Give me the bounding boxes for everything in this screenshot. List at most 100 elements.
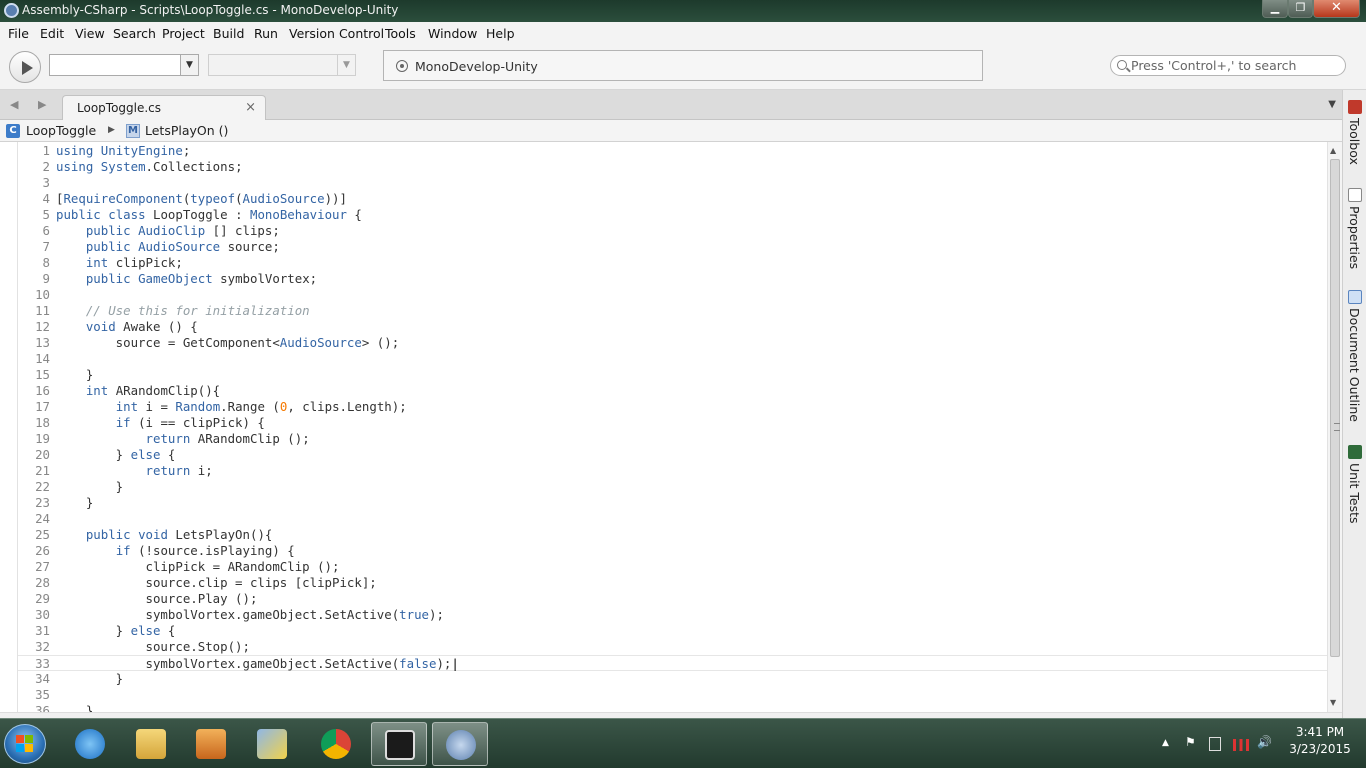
run-button[interactable] [9,51,41,83]
code-line[interactable]: 30 symbolVortex.gameObject.SetActive(tru… [18,607,1328,623]
start-button[interactable] [4,724,46,764]
line-text[interactable]: } [56,367,93,383]
breadcrumb-class[interactable]: LoopToggle [26,123,96,138]
line-text[interactable]: if (i == clipPick) { [56,415,265,431]
code-line[interactable]: 18 if (i == clipPick) { [18,415,1328,431]
chrome-icon[interactable] [308,722,364,766]
code-line[interactable]: 3 [18,175,1328,191]
line-text[interactable]: return ARandomClip (); [56,431,310,447]
line-text[interactable]: } else { [56,447,176,463]
line-text[interactable]: using UnityEngine; [56,143,190,159]
line-text[interactable]: return i; [56,463,213,479]
code-line[interactable]: 28 source.clip = clips [clipPick]; [18,575,1328,591]
code-line[interactable]: 24 [18,511,1328,527]
paint-tool-icon[interactable] [244,722,300,766]
device-icon[interactable] [1209,737,1221,751]
line-text[interactable]: } [56,479,123,495]
line-text[interactable]: int clipPick; [56,255,183,271]
line-text[interactable]: public GameObject symbolVortex; [56,271,317,287]
code-line[interactable]: 26 if (!source.isPlaying) { [18,543,1328,559]
menu-tools[interactable]: Tools [385,26,416,41]
code-line[interactable]: 32 source.Stop(); [18,639,1328,655]
line-text[interactable]: symbolVortex.gameObject.SetActive(true); [56,607,444,623]
code-line[interactable]: 16 int ARandomClip(){ [18,383,1328,399]
show-hidden-icons-icon[interactable]: ▲ [1162,738,1169,748]
code-line[interactable]: 25 public void LetsPlayOn(){ [18,527,1328,543]
monodevelop-taskbar-icon[interactable] [432,722,488,766]
code-line[interactable]: 17 int i = Random.Range (0, clips.Length… [18,399,1328,415]
tab-close-icon[interactable]: × [245,100,256,115]
line-text[interactable]: } [56,495,93,511]
code-line[interactable]: 5 public class LoopToggle : MonoBehaviour… [18,207,1328,223]
line-text[interactable]: source.Play (); [56,591,258,607]
code-line[interactable]: 4 [RequireComponent(typeof(AudioSource))] [18,191,1328,207]
dock-properties[interactable]: Properties [1345,188,1365,269]
scroll-up-icon[interactable]: ▲ [1330,146,1336,155]
line-text[interactable]: } else { [56,623,176,639]
code-line[interactable]: 35 [18,687,1328,703]
line-text[interactable]: source = GetComponent<AudioSource> (); [56,335,400,351]
code-line[interactable]: 21 return i; [18,463,1328,479]
search-input[interactable] [1131,58,1341,73]
menu-edit[interactable]: Edit [40,26,64,41]
line-text[interactable]: // Use this for initialization [56,303,310,319]
close-button[interactable]: ✕ [1313,0,1360,18]
code-line[interactable]: 15 } [18,367,1328,383]
breadcrumb-method[interactable]: LetsPlayOn () [145,123,228,138]
internet-explorer-icon[interactable] [62,722,118,766]
menu-window[interactable]: Window [428,26,477,41]
code-line[interactable]: 31 } else { [18,623,1328,639]
volume-icon[interactable]: 🔊 [1257,735,1272,749]
line-text[interactable]: int i = Random.Range (0, clips.Length); [56,399,407,415]
forward-arrow-icon[interactable]: ▶ [38,98,46,111]
code-line[interactable]: 36 } [18,703,1328,712]
global-search[interactable] [1110,55,1346,76]
code-line[interactable]: 23 } [18,495,1328,511]
menu-run[interactable]: Run [254,26,278,41]
network-icon[interactable] [1233,739,1249,751]
menu-build[interactable]: Build [213,26,244,41]
code-line[interactable]: 11 // Use this for initialization [18,303,1328,319]
line-text[interactable]: public void LetsPlayOn(){ [56,527,273,543]
line-text[interactable]: public class LoopToggle : MonoBehaviour … [56,207,362,223]
media-player-icon[interactable] [183,722,239,766]
code-line[interactable]: 33 symbolVortex.gameObject.SetActive(fal… [18,655,1328,671]
line-text[interactable]: source.Stop(); [56,639,250,655]
file-explorer-icon[interactable] [123,722,179,766]
code-line[interactable]: 19 return ARandomClip (); [18,431,1328,447]
code-line[interactable]: 14 [18,351,1328,367]
scroll-down-icon[interactable]: ▼ [1330,698,1336,707]
line-text[interactable]: } [56,671,123,687]
code-line[interactable]: 8 int clipPick; [18,255,1328,271]
code-line[interactable]: 6 public AudioClip [] clips; [18,223,1328,239]
line-text[interactable]: public AudioSource source; [56,239,280,255]
line-text[interactable]: if (!source.isPlaying) { [56,543,295,559]
line-text[interactable]: void Awake () { [56,319,198,335]
menu-version-control[interactable]: Version Control [289,26,384,41]
line-text[interactable]: clipPick = ARandomClip (); [56,559,340,575]
vertical-scrollbar[interactable]: ▲ ▼ [1327,142,1342,712]
menu-file[interactable]: File [8,26,29,41]
code-line[interactable]: 27 clipPick = ARandomClip (); [18,559,1328,575]
code-line[interactable]: 13 source = GetComponent<AudioSource> ()… [18,335,1328,351]
code-line[interactable]: 10 [18,287,1328,303]
tab-looptoggle[interactable]: LoopToggle.cs × [62,95,266,120]
tab-list-menu-icon[interactable]: ▼ [1328,99,1336,110]
line-text[interactable]: using System.Collections; [56,159,243,175]
menu-view[interactable]: View [75,26,105,41]
maximize-button[interactable]: ❐ [1288,0,1313,18]
dock-document-outline[interactable]: Document Outline [1345,290,1365,422]
menu-project[interactable]: Project [162,26,205,41]
scroll-thumb[interactable] [1330,159,1340,657]
dock-toolbox[interactable]: Toolbox [1345,100,1365,165]
line-text[interactable]: symbolVortex.gameObject.SetActive(false)… [56,656,459,672]
code-line[interactable]: 1 using UnityEngine; [18,143,1328,159]
menu-help[interactable]: Help [486,26,515,41]
line-text[interactable]: int ARandomClip(){ [56,383,220,399]
line-text[interactable]: public AudioClip [] clips; [56,223,280,239]
code-line[interactable]: 34 } [18,671,1328,687]
minimize-button[interactable]: ▁ [1262,0,1288,18]
code-line[interactable]: 29 source.Play (); [18,591,1328,607]
code-editor[interactable]: 1 using UnityEngine; 2 using System.Collect… [0,142,1342,712]
code-line[interactable]: 2 using System.Collections; [18,159,1328,175]
